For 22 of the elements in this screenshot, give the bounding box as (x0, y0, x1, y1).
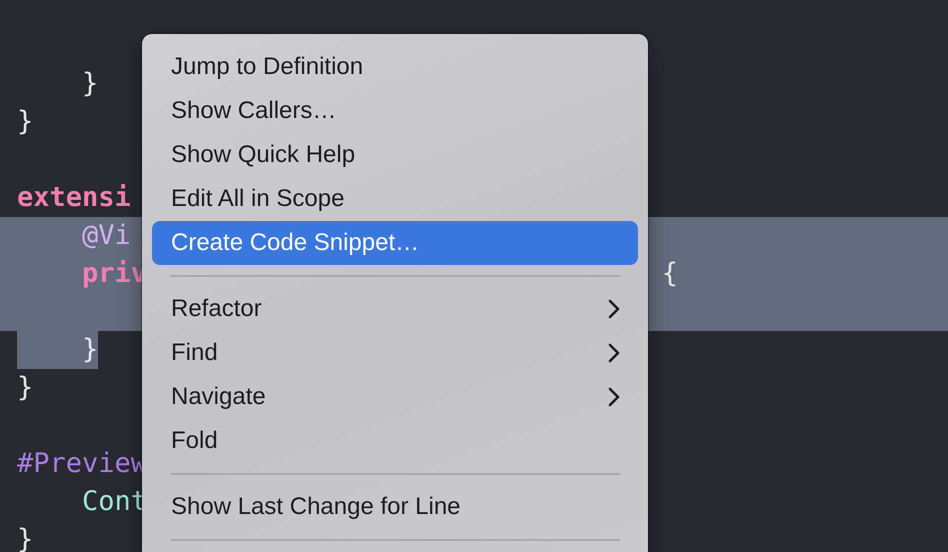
menu-item[interactable]: Create Code Snippet… (152, 221, 638, 265)
code-text: extensi (17, 181, 131, 215)
menu-item[interactable]: Show Quick Help (152, 133, 638, 177)
code-text: } (17, 105, 34, 139)
menu-item[interactable]: Find (152, 331, 638, 375)
code-text: @Vi (81, 219, 131, 253)
menu-item[interactable]: Refactor (152, 287, 638, 331)
menu-item[interactable]: Jump to Definition (152, 45, 638, 89)
menu-item[interactable]: Navigate (152, 375, 638, 419)
code-text: { (662, 257, 678, 291)
code-text: } (17, 371, 34, 405)
code-text: } (17, 331, 98, 369)
code-text: #Preview (17, 447, 148, 481)
menu-item[interactable]: Show Last Change for Line (152, 485, 638, 529)
code-text: } (81, 67, 98, 101)
menu-item[interactable]: Edit All in Scope (152, 177, 638, 221)
chevron-right-icon (608, 299, 620, 319)
chevron-right-icon (608, 343, 620, 363)
chevron-right-icon (608, 387, 620, 407)
menu-item[interactable]: Show Callers… (152, 89, 638, 133)
menu-item[interactable]: Fold (152, 419, 638, 463)
code-text: Cont (81, 485, 148, 519)
